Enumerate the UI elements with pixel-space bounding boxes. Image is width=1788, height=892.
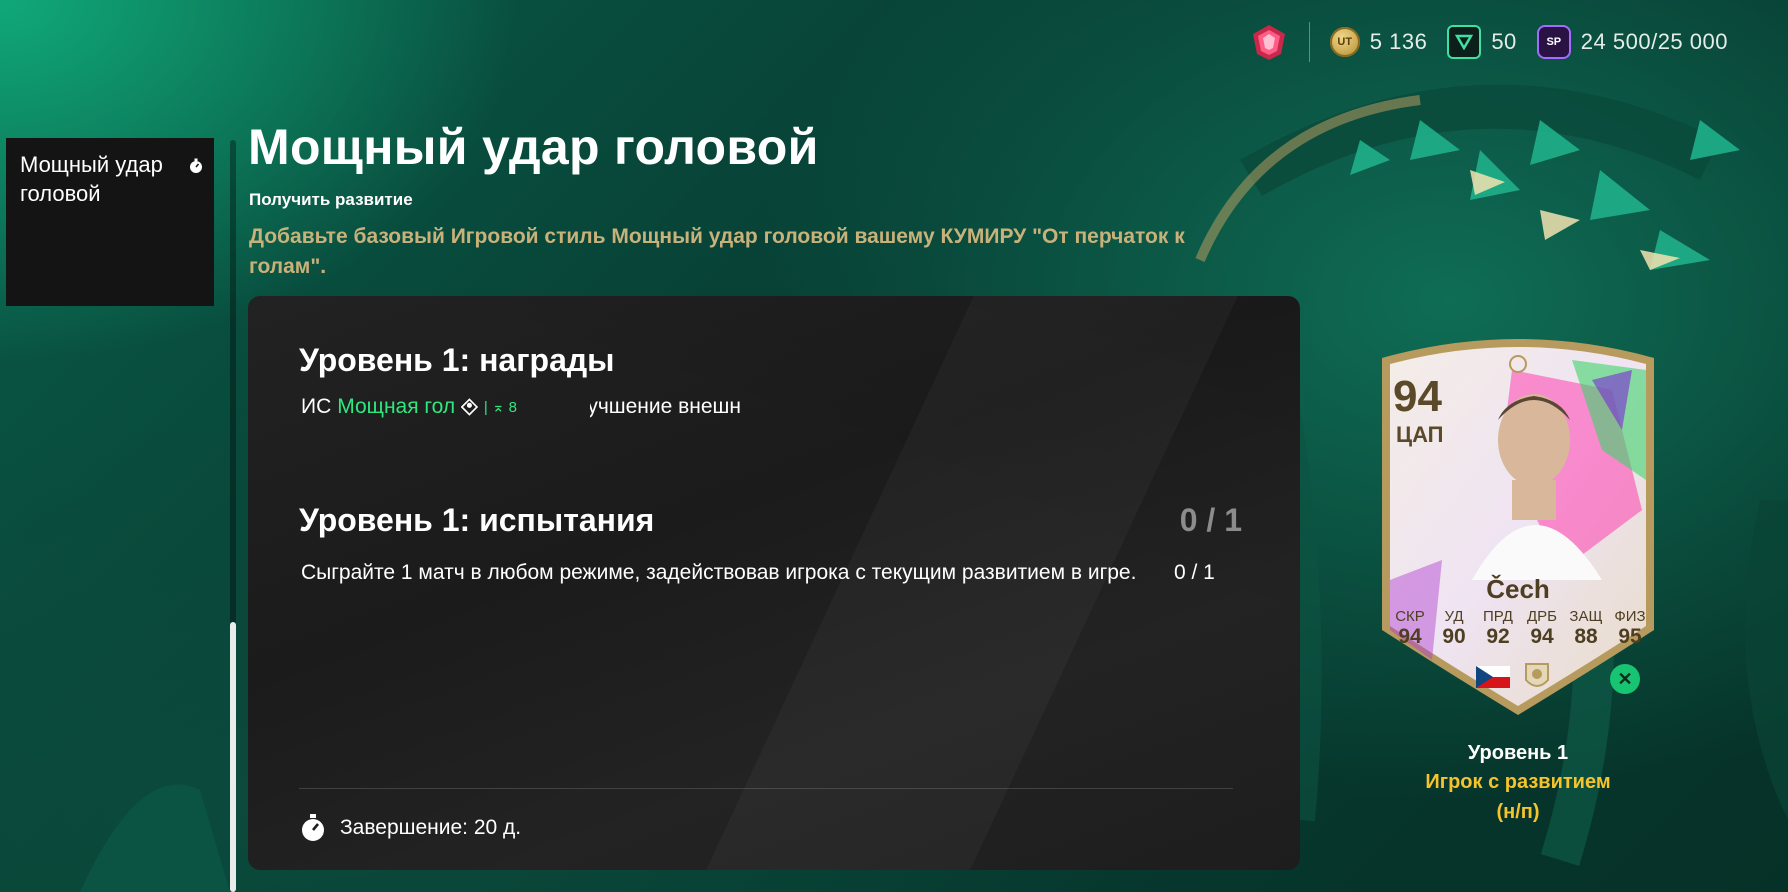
objective-progress: 0 / 1	[1174, 561, 1215, 584]
czech-flag-icon	[1476, 666, 1510, 688]
challenges-heading: Уровень 1: испытания	[299, 502, 655, 538]
panel-divider	[299, 788, 1233, 789]
scrollbar-thumb[interactable]	[230, 622, 236, 892]
reward-playstyle: Мощная голо	[337, 395, 456, 418]
evolution-status: Игрок с развитием	[1425, 771, 1611, 793]
expiry-timer: Завершение: 20 д.	[300, 814, 521, 842]
player-card[interactable]: 94 ЦАП Čech СКР 94 УД 90 ПРД 92 ДРБ 94 ЗАЩ 88…	[1362, 330, 1674, 715]
challenges-progress: 0 / 1	[1179, 502, 1242, 538]
card-player-name: Čech	[1486, 574, 1550, 604]
stopwatch-icon	[302, 814, 324, 841]
stat-defending: ЗАЩ 88	[1569, 608, 1603, 648]
evolution-badge-icon: ✕	[1610, 664, 1640, 694]
topbar-divider	[1308, 22, 1310, 62]
icon-club-badge-icon	[1525, 663, 1549, 687]
objective-text: Сыграйте 1 матч в любом режиме, задейств…	[301, 561, 1137, 584]
rewards-heading: Уровень 1: награды	[299, 342, 615, 378]
stat-physical: ФИЗ 95	[1614, 608, 1646, 648]
page-subtitle: Получить развитие	[249, 190, 413, 209]
reward-cosmetic: лучшение внешн	[589, 395, 741, 418]
page-title: Мощный удар головой	[248, 119, 819, 175]
currency-bar: UT 5 136 50 SP 24 500/25 000	[1249, 22, 1728, 62]
reward-prefix: ИС	[301, 395, 332, 418]
rival-rank-gem-icon[interactable]	[1249, 22, 1289, 62]
fc-points-balance[interactable]: 50	[1447, 25, 1516, 59]
evolution-details-panel: Уровень 1: награды ИС Мощная голо | ⌅ 8 …	[248, 296, 1300, 870]
reward-upgrade-count: | ⌅ 8	[483, 399, 518, 416]
stat-pace: СКР 94	[1395, 608, 1425, 648]
evolution-description: Добавьте базовый Игровой стиль Мощный уд…	[249, 225, 1185, 278]
season-points-value: 24 500/25 000	[1580, 29, 1728, 54]
evolution-status-note: (н/п)	[1496, 801, 1540, 823]
sidebar-item-label: Мощный удар головой	[20, 152, 163, 206]
playstyle-icon	[461, 398, 478, 416]
card-level: Уровень 1	[1467, 742, 1569, 764]
stat-dribbling: ДРБ 94	[1526, 608, 1557, 648]
coin-icon: UT	[1329, 27, 1360, 57]
reward-list[interactable]: ИС Мощная голо | ⌅ 8 лучшение внешн	[301, 394, 741, 420]
coins-balance[interactable]: UT 5 136	[1329, 27, 1428, 57]
card-stats: СКР 94 УД 90 ПРД 92 ДРБ 94 ЗАЩ 88 ФИЗ 95	[1390, 608, 1650, 649]
sidebar-item-power-header[interactable]: Мощный удар головой	[6, 138, 214, 306]
stat-shooting: УД 90	[1442, 608, 1466, 648]
card-rating: 94	[1393, 372, 1442, 421]
expiry-text: Завершение: 20 д.	[340, 816, 522, 839]
season-points-icon: SP	[1536, 25, 1571, 59]
fc-points-value: 50	[1491, 29, 1517, 54]
card-evolution-info: Уровень 1 Игрок с развитием (н/п)	[1362, 742, 1674, 827]
fc-points-icon	[1447, 25, 1482, 59]
card-position: ЦАП	[1396, 422, 1444, 447]
stopwatch-icon	[190, 158, 202, 173]
stat-passing: ПРД 92	[1483, 608, 1513, 648]
season-points-balance[interactable]: SP 24 500/25 000	[1536, 25, 1728, 59]
coins-value: 5 136	[1369, 29, 1428, 54]
